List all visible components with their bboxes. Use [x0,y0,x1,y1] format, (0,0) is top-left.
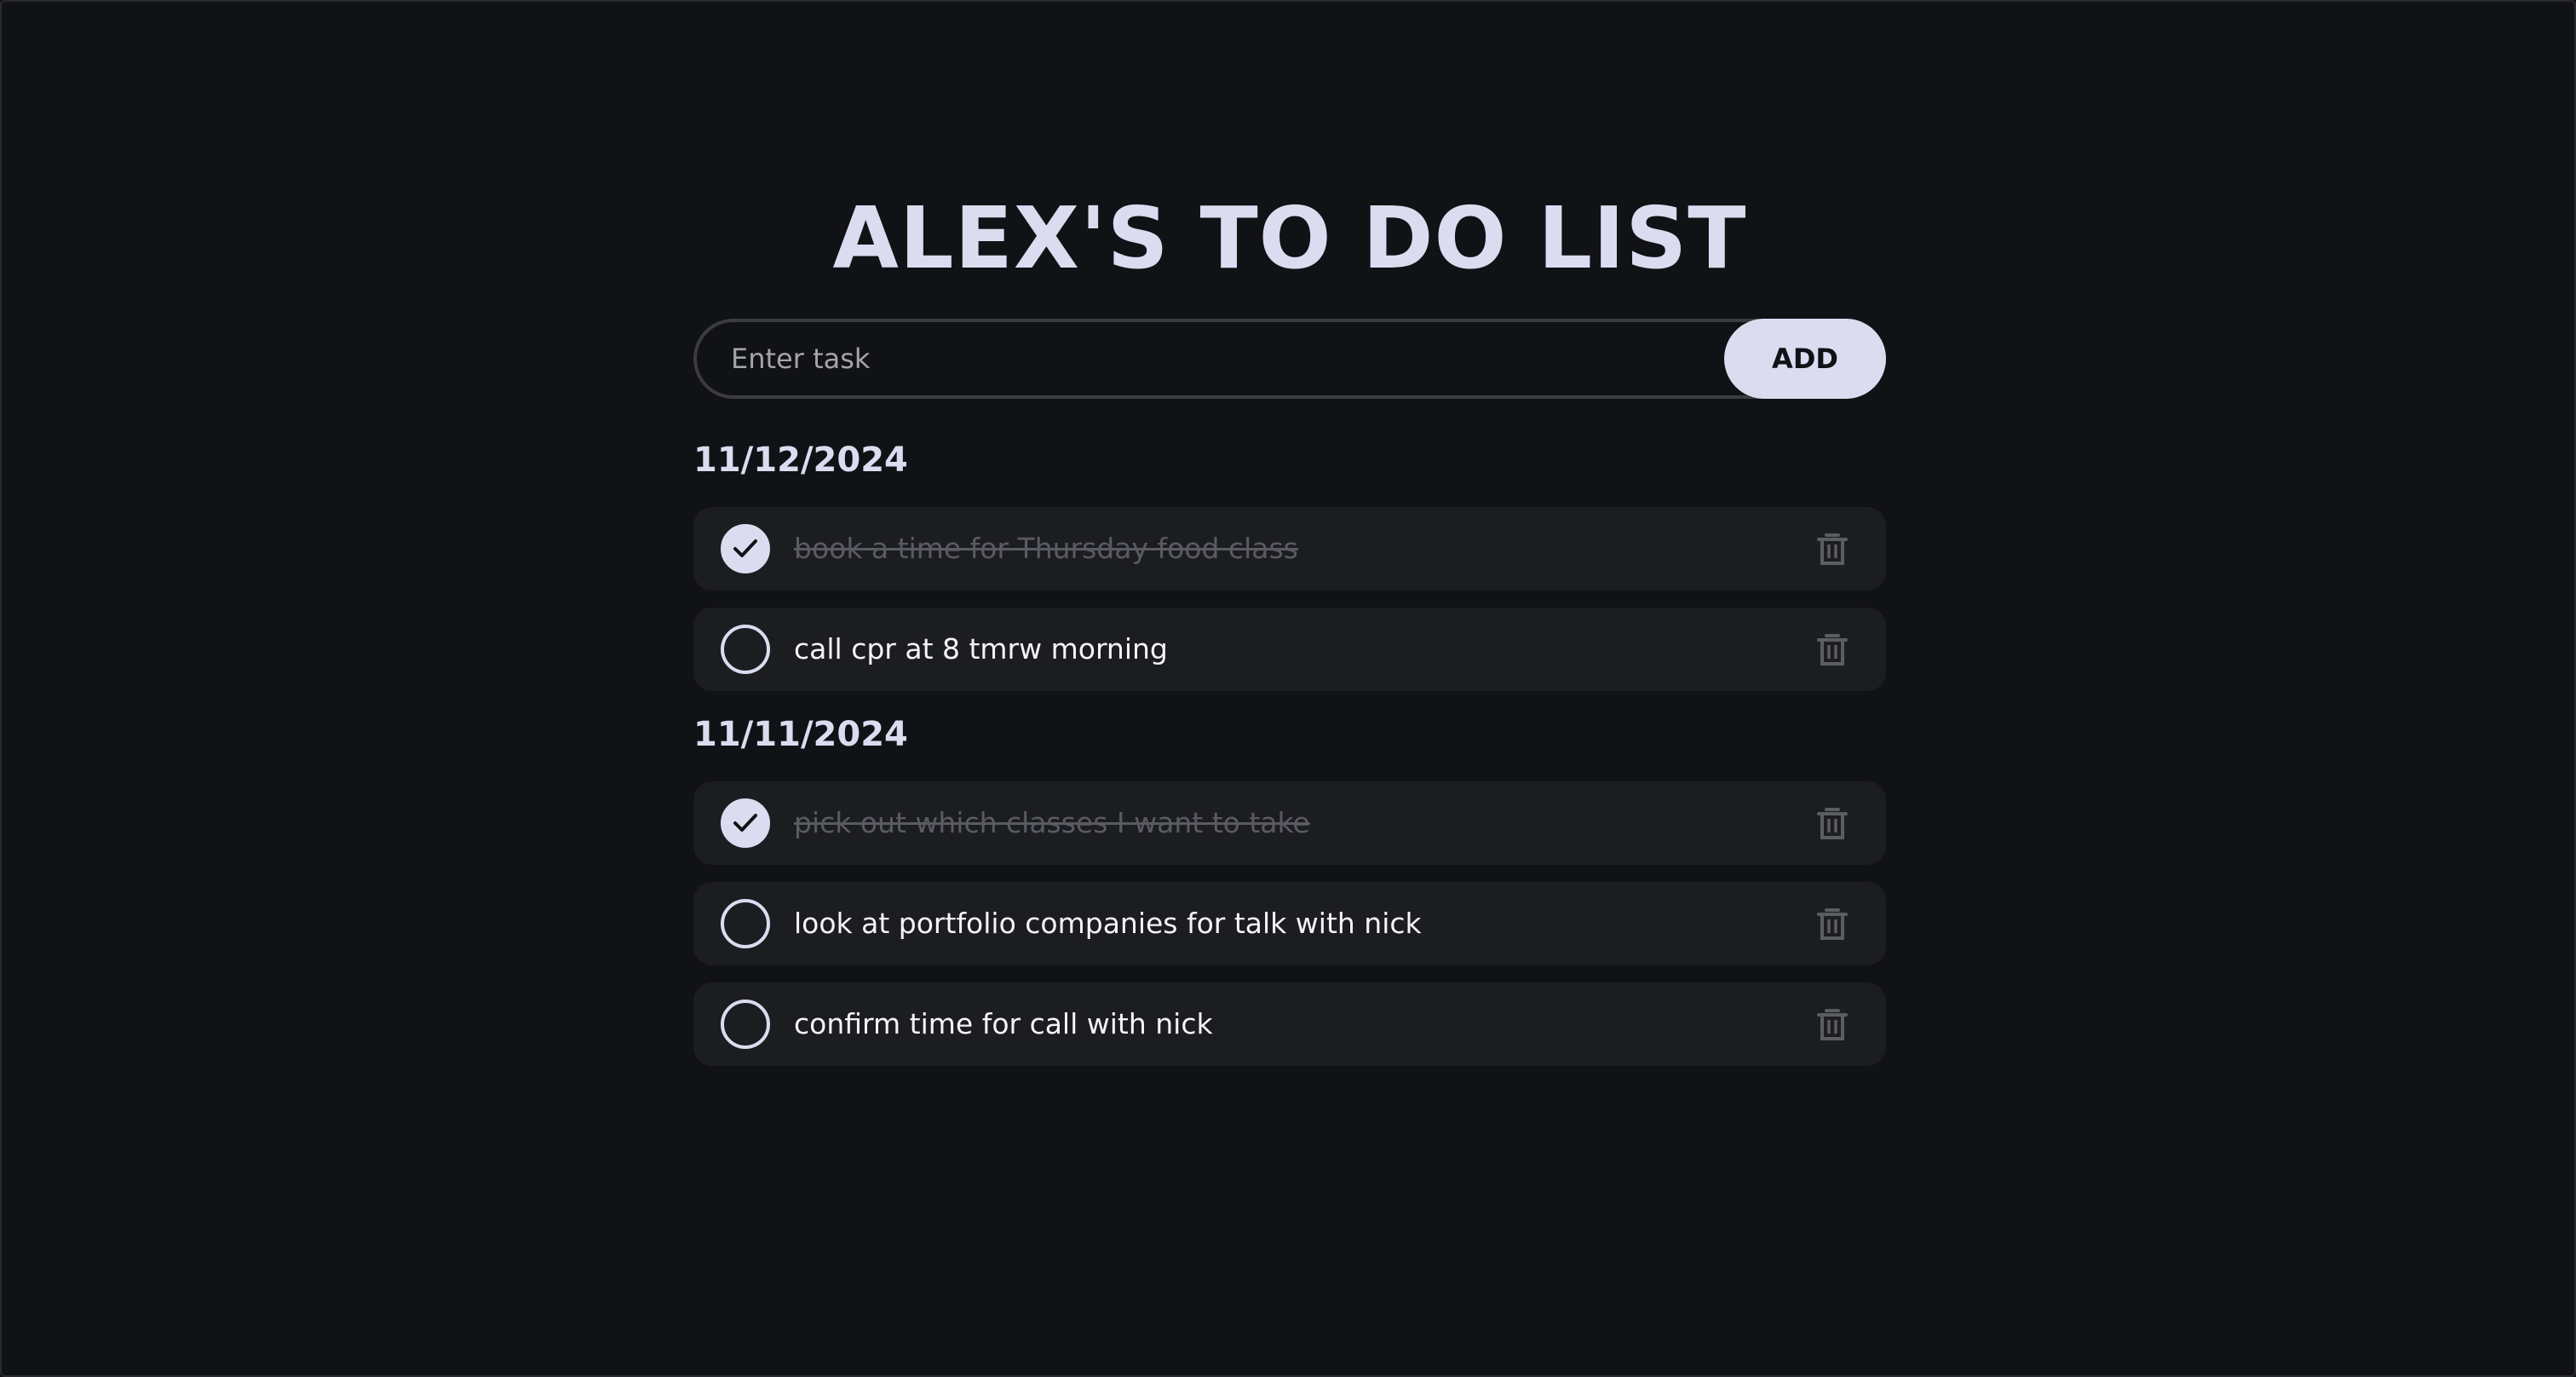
app-window: ALEX'S TO DO LIST ADD 11/12/2024 book a … [0,0,2576,1377]
trash-icon [1817,1009,1848,1040]
check-icon [733,814,757,832]
task-checkbox[interactable] [721,524,770,573]
task-row: confirm time for call with nick [693,982,1886,1066]
delete-button[interactable] [1816,1008,1849,1042]
delete-button[interactable] [1816,533,1849,567]
date-heading: 11/11/2024 [693,715,908,754]
task-text: look at portfolio companies for talk wit… [794,907,1422,940]
task-checkbox[interactable] [721,899,770,948]
delete-button[interactable] [1816,907,1849,942]
trash-icon [1817,908,1848,940]
date-heading: 11/12/2024 [693,441,908,480]
task-row: look at portfolio companies for talk wit… [693,882,1886,965]
delete-button[interactable] [1816,807,1849,841]
add-task-form: ADD [693,319,1886,399]
task-checkbox[interactable] [721,798,770,848]
check-icon [733,539,757,557]
task-row: pick out which classes I want to take [693,781,1886,865]
task-text: confirm time for call with nick [794,1007,1213,1040]
trash-icon [1817,808,1848,839]
trash-icon [1817,533,1848,565]
page-title: ALEX'S TO DO LIST [832,188,1747,288]
task-text: pick out which classes I want to take [794,806,1310,839]
trash-icon [1817,634,1848,665]
task-text: call cpr at 8 tmrw morning [794,632,1168,665]
task-row: call cpr at 8 tmrw morning [693,608,1886,691]
delete-button[interactable] [1816,633,1849,667]
task-input[interactable] [693,319,1886,399]
task-row: book a time for Thursday food class [693,507,1886,591]
add-button[interactable]: ADD [1724,319,1886,399]
task-checkbox[interactable] [721,625,770,674]
task-checkbox[interactable] [721,1000,770,1049]
task-text: book a time for Thursday food class [794,532,1298,565]
